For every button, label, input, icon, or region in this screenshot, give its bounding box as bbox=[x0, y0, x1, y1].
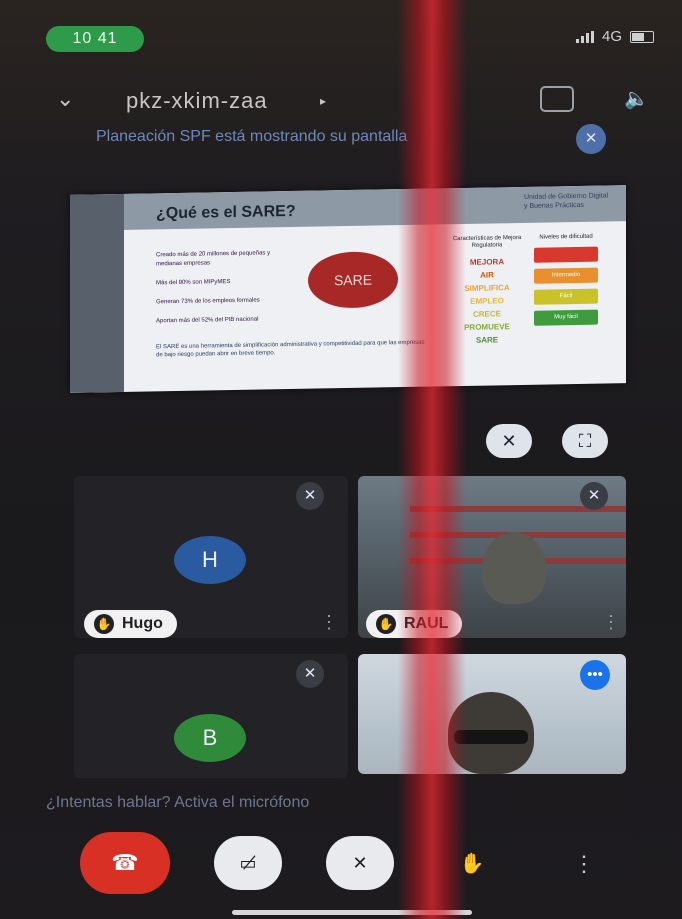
name-tag: ✋ Hugo bbox=[84, 610, 177, 638]
participant-tile-video[interactable]: ••• bbox=[358, 654, 626, 774]
slide-sidebar bbox=[70, 193, 124, 393]
mic-off-icon: ✕ bbox=[296, 482, 324, 510]
slide-pill: Fácil bbox=[534, 288, 598, 305]
status-time: 10 41 bbox=[46, 26, 144, 52]
slide-header-note: Unidad de Gobierno Digital y Buenas Prác… bbox=[524, 192, 609, 210]
mic-off-icon: ✕ bbox=[580, 482, 608, 510]
slide-pill: Muy fácil bbox=[534, 309, 598, 326]
status-icons: 4G bbox=[575, 28, 654, 45]
presenting-message: Planeación SPF está mostrando su pantall… bbox=[96, 128, 408, 145]
more-options-icon[interactable]: ⋮ bbox=[602, 612, 620, 633]
camera-off-button[interactable]: ▭̸ bbox=[214, 836, 282, 890]
shared-screen: ¿Qué es el SARE? Unidad de Gobierno Digi… bbox=[70, 185, 626, 393]
participant-video-face bbox=[482, 532, 546, 604]
slide-term: SARE bbox=[475, 335, 499, 345]
name-tag: ✋ RAUL bbox=[366, 610, 463, 638]
meeting-code[interactable]: pkz-xkim-zaa bbox=[126, 88, 268, 114]
fullscreen-icon[interactable]: ⛶ bbox=[562, 424, 608, 458]
more-options-button[interactable]: ⋮ bbox=[562, 842, 606, 886]
slide-bullets: Creado más de 20 millones de pequeñas y … bbox=[156, 249, 286, 336]
slide-difficulty: Niveles de dificultad Intermedio Fácil M… bbox=[534, 234, 598, 332]
slide-terms: Características de Mejora Regulatoria ME… bbox=[442, 235, 532, 348]
slide-title: ¿Qué es el SARE? bbox=[156, 202, 296, 223]
participant-tile-raul[interactable]: ✕ ✋ RAUL ⋮ bbox=[358, 476, 626, 638]
mic-off-icon: ✕ bbox=[296, 660, 324, 688]
more-options-icon[interactable]: ⋮ bbox=[320, 612, 338, 633]
unpin-icon[interactable]: ✕ bbox=[486, 424, 532, 458]
raise-hand-button[interactable]: ✋ bbox=[450, 842, 494, 886]
chevron-right-icon[interactable]: ▸ bbox=[320, 94, 326, 108]
participant-tile-b[interactable]: ✕ B bbox=[74, 654, 348, 778]
signal-icon bbox=[575, 30, 594, 43]
end-call-button[interactable]: ☎ bbox=[80, 832, 170, 894]
avatar: B bbox=[174, 714, 246, 762]
avatar: H bbox=[174, 536, 246, 584]
mic-off-icon: ✕ bbox=[576, 124, 606, 154]
slide-pill: Intermedio bbox=[534, 267, 598, 284]
speaker-icon[interactable]: 🔈 bbox=[624, 86, 649, 111]
slide-terms-header: Características de Mejora Regulatoria bbox=[452, 234, 522, 249]
raised-hand-icon: ✋ bbox=[94, 614, 114, 634]
slide-sare-circle: SARE bbox=[308, 251, 398, 309]
battery-icon bbox=[630, 30, 654, 43]
unmute-hint: ¿Intentas hablar? Activa el micrófono bbox=[46, 794, 310, 811]
sunglasses bbox=[454, 730, 528, 744]
chevron-down-icon[interactable]: ⌄ bbox=[56, 86, 74, 112]
meeting-header: ⌄ pkz-xkim-zaa ▸ 🔈 bbox=[0, 80, 682, 120]
network-type: 4G bbox=[601, 28, 622, 45]
participant-name: RAUL bbox=[404, 615, 449, 632]
meet-call-screen: 10 41 4G ⌄ pkz-xkim-zaa ▸ 🔈 Planeación S… bbox=[0, 0, 682, 919]
slide-bullet: Más del 90% son MIPyMES bbox=[156, 279, 231, 287]
home-indicator[interactable] bbox=[232, 910, 472, 915]
slide-bullet: Creado más de 20 millones de pequeñas y … bbox=[156, 250, 271, 268]
slide-footer-text: El SARE es una herramienta de simplifica… bbox=[156, 339, 425, 359]
slide-bullet: Generan 73% de los empleos formales bbox=[156, 297, 260, 306]
raised-hand-icon: ✋ bbox=[376, 614, 396, 634]
slide-pill bbox=[534, 246, 598, 263]
participant-name: Hugo bbox=[122, 615, 163, 632]
slide-difficulty-header: Niveles de dificultad bbox=[539, 233, 593, 241]
switch-camera-icon[interactable] bbox=[540, 86, 574, 112]
mic-off-button[interactable]: ✕ bbox=[326, 836, 394, 890]
slide-bullet: Aportan más del 52% del PIB nacional bbox=[156, 316, 259, 325]
participant-tile-hugo[interactable]: ✕ H ✋ Hugo ⋮ bbox=[74, 476, 348, 638]
audio-level-icon: ••• bbox=[580, 660, 610, 690]
